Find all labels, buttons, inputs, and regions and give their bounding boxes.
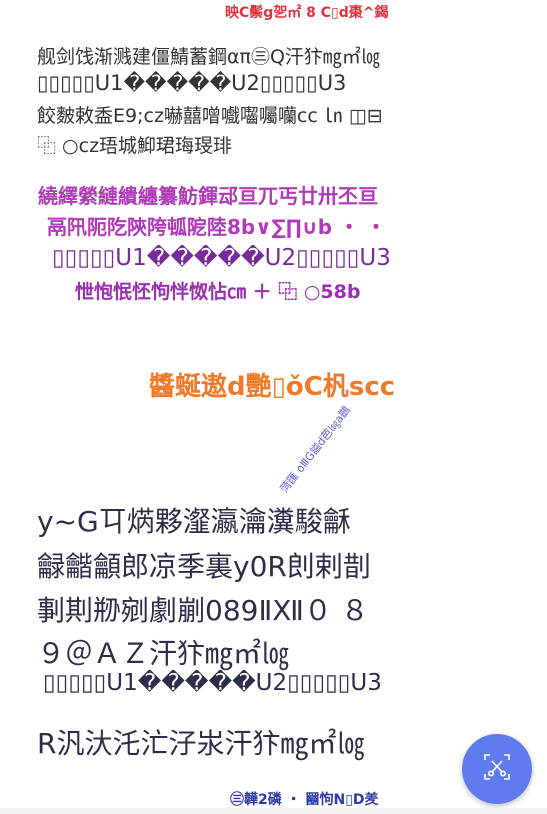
- header-text: 映C鬃g乫㎡ 8 C▯d棗^鍻: [225, 5, 389, 21]
- footer-text: ㊂韡2磷 ・ 圝怐N▯D羑: [230, 792, 379, 808]
- purple-text-line-2: 鬲阠阨阣陝陓㼊阸陸8b∨∑∏∪b ・ ・: [47, 215, 387, 239]
- purple-text-line-3: ▯▯▯▯▯U1�����U2▯▯▯▯▯U3: [52, 245, 391, 271]
- gray-text-line-1: 舰剑饯渐溅建僵鯖蓄鋼απ㊂Q汗犿㎎㎡㏒: [37, 46, 380, 68]
- gray-text-line-4: ⿻ ○cz珸城鮣珺珻琝琲: [37, 135, 233, 157]
- gray-text-line-2: ▯▯▯▯▯U1�����U2▯▯▯▯▯U3: [37, 71, 347, 95]
- dark-text-line-2: 龣龤龥郎凉季裏y0R剆剌剒: [37, 550, 371, 583]
- purple-text-line-1: 繞繹縈縺繢纏纂魴鍕䢵亘兀丐廿卅丕亘: [38, 184, 378, 208]
- orange-heading: 醬蜒遨d艷▯ǒC杋scc: [149, 372, 396, 402]
- screenshot-scissors-icon: [481, 751, 513, 787]
- dark-text-line-5: ▯▯▯▯▯U1�����U2▯▯▯▯▯U3: [43, 670, 382, 696]
- dark-text-line-4: ９＠ＡＺ汗犿㎎㎡㏒: [37, 637, 290, 670]
- purple-text-line-4: 怈怉怋怌怐怑怓怗㎝ ＋ ⿻ ○58b: [75, 281, 361, 303]
- bottom-bar: [0, 808, 547, 814]
- gray-text-line-3: 餃麬敕盉E9;cz嚇囍噌嚱囓囑囒cc ㏑ ◫⊟: [37, 105, 383, 127]
- dark-text-line-1: y~G㔿焫夥瀣瀛瀹瀵駿龢: [37, 505, 351, 538]
- screenshot-button[interactable]: [462, 734, 532, 804]
- dark-text-line-3: 剚剘剙剜劇剻089ⅡⅫ０ ８: [37, 594, 369, 627]
- rotated-text: 菏匯 oⅢG謚d芭㏒a鷀: [277, 403, 354, 496]
- dark-text-line-6: R汎汏汑汒汓汖汗犿㎎㎡㏒: [37, 727, 365, 760]
